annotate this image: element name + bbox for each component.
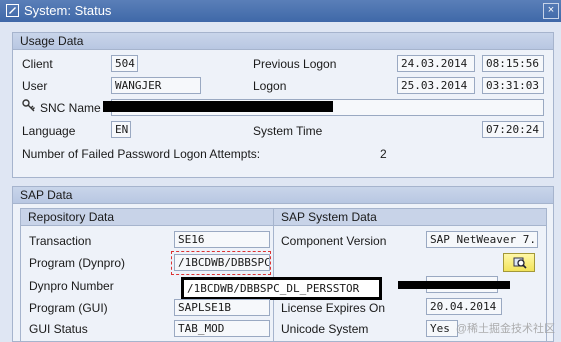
failed-logon-label: Number of Failed Password Logon Attempts… [22,147,261,161]
close-button[interactable]: × [543,3,559,19]
previous-logon-time-field[interactable]: 08:15:56 [482,55,544,72]
snc-key-icon [22,99,35,112]
language-field[interactable]: EN [111,121,131,138]
sap-data-title: SAP Data [13,187,553,204]
user-label: User [22,79,48,93]
component-version-label: Component Version [281,234,387,248]
previous-logon-date-field[interactable]: 24.03.2014 [397,55,475,72]
license-expires-field[interactable]: 20.04.2014 [426,298,502,315]
title-bar: System: Status × [0,0,561,22]
logon-date-field[interactable]: 25.03.2014 [397,77,475,94]
gui-status-label: GUI Status [29,322,88,336]
usage-data-title: Usage Data [13,33,553,50]
system-time-field[interactable]: 07:20:24 [482,121,544,138]
dynpro-number-label: Dynpro Number [29,279,114,293]
user-field[interactable]: WANGJER [111,77,201,94]
gui-status-field[interactable]: TAB_MOD [174,320,270,337]
program-dynpro-label: Program (Dynpro) [29,256,126,270]
sap-system-data-title: SAP System Data [274,209,546,226]
transaction-label: Transaction [29,234,92,248]
client-field[interactable]: 504 [111,55,138,72]
watermark: @稀土掘金技术社区 [455,323,555,335]
client-label: Client [22,57,53,71]
program-gui-label: Program (GUI) [29,301,108,315]
snc-redaction [103,101,333,112]
unicode-system-label: Unicode System [281,322,369,336]
license-expires-label: License Expires On [281,301,386,315]
logon-label: Logon [253,79,287,93]
full-program-name-highlight: /1BCDWB/DBBSPC_DL_PERSSTOR [181,277,382,300]
program-gui-field[interactable]: SAPLSE1B [174,299,270,316]
repository-data-title: Repository Data [21,209,273,226]
component-version-field[interactable]: SAP NetWeaver 7... [426,231,538,248]
transaction-field[interactable]: SE16 [174,231,270,248]
previous-logon-label: Previous Logon [253,57,337,71]
unicode-system-field[interactable]: Yes [426,320,458,337]
logon-time-field[interactable]: 03:31:03 [482,77,544,94]
window-title: System: Status [24,3,112,18]
system-time-label: System Time [253,124,323,138]
details-button[interactable] [503,253,535,272]
language-label: Language [22,124,76,138]
sys-redaction [398,281,510,289]
program-dynpro-field[interactable]: /1BCDWB/DBBSPC [174,254,270,271]
magnifier-icon [513,257,527,269]
failed-logon-value: 2 [380,147,387,161]
snc-name-label: SNC Name [40,101,101,115]
window-status-icon [6,4,19,17]
